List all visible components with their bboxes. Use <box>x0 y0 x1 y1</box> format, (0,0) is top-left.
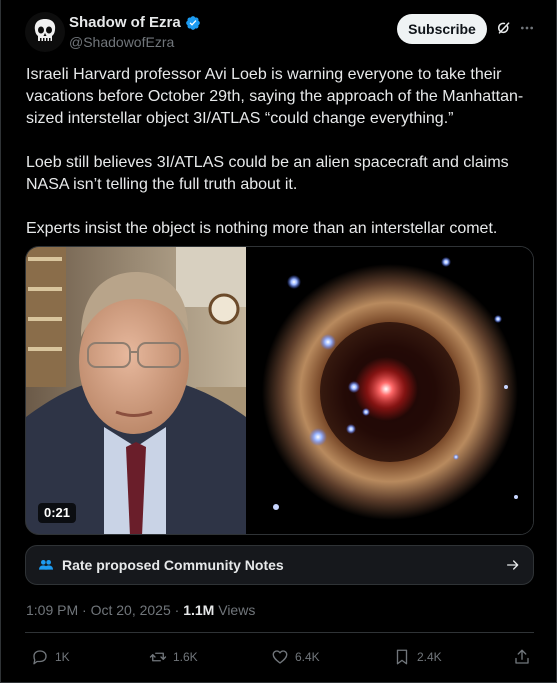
repost-icon <box>149 652 167 662</box>
like-button[interactable]: 6.4K <box>271 648 320 666</box>
post-date[interactable]: Oct 20, 2025 <box>91 602 171 618</box>
repost-button[interactable]: 1.6K <box>149 648 198 666</box>
tweet-paragraph: Experts insist the object is nothing mor… <box>26 220 498 237</box>
skull-logo-icon <box>25 12 65 52</box>
grok-icon[interactable] <box>495 19 513 37</box>
reply-count: 1K <box>55 650 70 664</box>
meta-separator: · <box>170 602 184 618</box>
community-notes-label: Rate proposed Community Notes <box>62 557 284 573</box>
display-name[interactable]: Shadow of Ezra <box>69 14 181 31</box>
views-label: Views <box>214 602 256 618</box>
tweet-paragraph: Loeb still believes 3I/ATLAS could be an… <box>26 154 509 193</box>
tweet-text: Israeli Harvard professor Avi Loeb is wa… <box>26 64 536 262</box>
video-frame-person <box>26 247 246 534</box>
people-icon <box>39 560 53 570</box>
video-duration: 0:21 <box>38 503 77 523</box>
video-frame-nebula <box>246 247 533 534</box>
verified-badge-icon <box>185 15 200 30</box>
community-notes-button[interactable]: Rate proposed Community Notes <box>25 545 534 585</box>
views-count: 1.1M <box>183 602 215 618</box>
heart-icon <box>272 650 288 664</box>
post-meta: 1:09 PM · Oct 20, 2025 · 1.1M Views <box>26 602 255 618</box>
post-container: Shadow of Ezra @ShadowofEzra Subscribe I… <box>0 0 557 683</box>
post-time[interactable]: 1:09 PM <box>26 602 78 618</box>
avatar[interactable] <box>25 12 65 52</box>
bookmark-icon <box>396 649 408 665</box>
author-handle[interactable]: @ShadowofEzra <box>69 34 174 50</box>
more-icon[interactable] <box>519 20 535 36</box>
bookmark-button[interactable]: 2.4K <box>393 648 442 666</box>
meta-separator: · <box>78 602 91 618</box>
tweet-paragraph: Israeli Harvard professor Avi Loeb is wa… <box>26 66 524 127</box>
like-count: 6.4K <box>295 650 320 664</box>
author-name-row[interactable]: Shadow of Ezra <box>69 14 201 31</box>
divider <box>25 632 534 633</box>
bookmark-count: 2.4K <box>417 650 442 664</box>
repost-count: 1.6K <box>173 650 198 664</box>
reply-button[interactable]: 1K <box>31 648 70 666</box>
video-player[interactable]: 0:21 <box>25 246 534 535</box>
share-button[interactable] <box>513 648 531 666</box>
arrow-right-icon <box>507 560 519 570</box>
subscribe-button[interactable]: Subscribe <box>397 14 487 44</box>
reply-icon <box>33 650 47 665</box>
share-icon <box>515 649 529 664</box>
